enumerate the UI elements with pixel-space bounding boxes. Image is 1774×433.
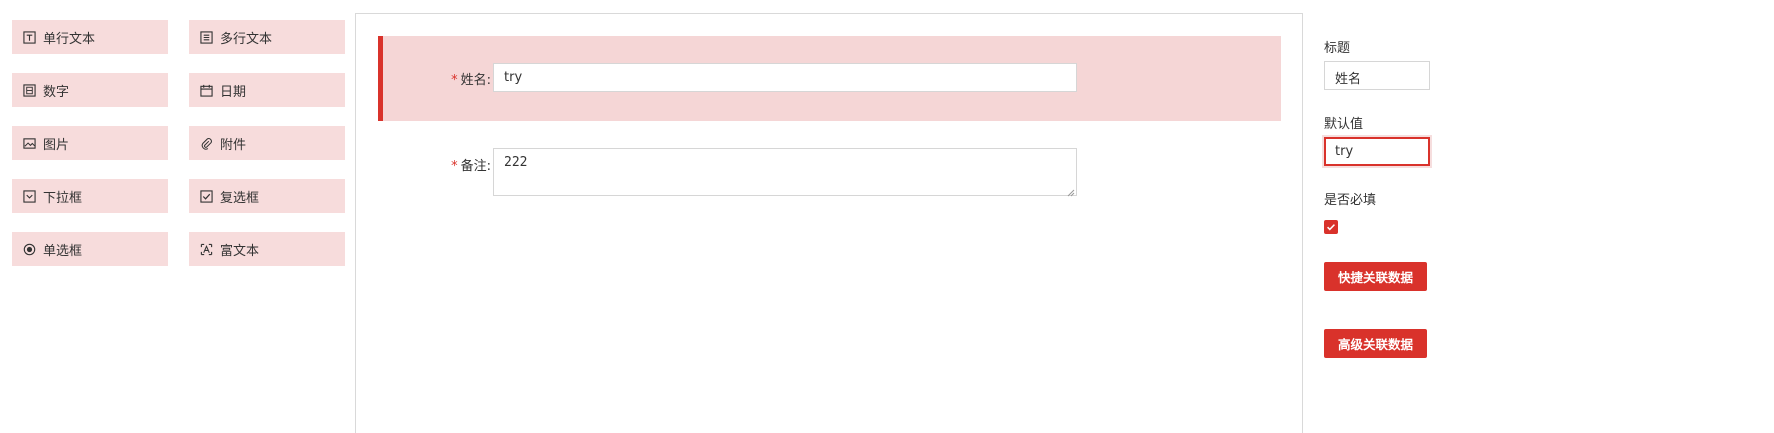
palette-item-label: 数字 <box>43 84 70 100</box>
palette-item-label: 复选框 <box>220 190 260 206</box>
palette-item-radio[interactable]: 单选框 <box>12 232 168 266</box>
palette-item-date[interactable]: 日期 <box>189 73 345 107</box>
palette-item-single-line-text[interactable]: 单行文本 <box>12 20 168 54</box>
palette-item-label: 图片 <box>43 137 70 153</box>
palette-item-label: 日期 <box>220 84 247 100</box>
palette-item-label: 附件 <box>220 137 247 153</box>
palette-item-multi-line-text[interactable]: 多行文本 <box>189 20 345 54</box>
text-box-icon <box>22 30 36 44</box>
radio-icon <box>22 242 36 256</box>
palette-item-label: 多行文本 <box>220 31 273 47</box>
title-input[interactable]: 姓名 <box>1324 61 1430 90</box>
palette-item-label: 下拉框 <box>43 190 83 206</box>
advanced-link-data-button[interactable]: 高级关联数据 <box>1324 329 1427 358</box>
calendar-icon <box>199 83 213 97</box>
default-value-label: 默认值 <box>1324 117 1364 132</box>
image-icon <box>22 136 36 150</box>
form-field-remarks[interactable]: * 备注: 222 <box>378 136 1281 206</box>
quick-link-data-button[interactable]: 快捷关联数据 <box>1324 262 1427 291</box>
palette-item-dropdown[interactable]: 下拉框 <box>12 179 168 213</box>
number-box-icon <box>22 83 36 97</box>
default-value-input[interactable]: try <box>1324 137 1430 166</box>
name-input-value: try <box>504 70 523 85</box>
palette-item-label: 富文本 <box>220 243 260 259</box>
form-field-name[interactable]: * 姓名: try <box>378 36 1281 121</box>
form-canvas: * 姓名: try * 备注: 222 <box>355 13 1303 433</box>
properties-panel: 标题 姓名 默认值 try 是否必填 快捷关联数据 高级关联数据 <box>1324 0 1754 422</box>
resize-handle-icon[interactable] <box>1067 186 1075 197</box>
palette-item-rich-text[interactable]: 富文本 <box>189 232 345 266</box>
field-label: * 姓名: <box>431 69 491 88</box>
remarks-textarea[interactable]: 222 <box>493 148 1077 197</box>
required-checkbox[interactable] <box>1324 220 1338 234</box>
field-label: * 备注: <box>431 155 491 174</box>
palette-item-label: 单选框 <box>43 243 83 259</box>
list-box-icon <box>199 30 213 44</box>
rich-text-icon <box>199 242 213 256</box>
check-icon <box>1327 224 1335 231</box>
required-label: 是否必填 <box>1324 193 1377 208</box>
field-label-text: 备注: <box>460 159 491 174</box>
palette-item-image[interactable]: 图片 <box>12 126 168 160</box>
required-mark: * <box>451 159 458 174</box>
checkbox-icon <box>199 189 213 203</box>
name-input[interactable]: try <box>493 63 1077 92</box>
paperclip-icon <box>199 136 213 150</box>
palette-item-label: 单行文本 <box>43 31 96 47</box>
palette-item-attachment[interactable]: 附件 <box>189 126 345 160</box>
dropdown-box-icon <box>22 189 36 203</box>
default-value-input-value: try <box>1335 144 1354 159</box>
palette-item-checkbox[interactable]: 复选框 <box>189 179 345 213</box>
title-label: 标题 <box>1324 41 1351 56</box>
remarks-textarea-value: 222 <box>504 155 528 170</box>
required-mark: * <box>451 73 458 88</box>
title-input-value: 姓名 <box>1335 72 1362 87</box>
field-label-text: 姓名: <box>460 73 491 88</box>
palette-item-number[interactable]: 数字 <box>12 73 168 107</box>
